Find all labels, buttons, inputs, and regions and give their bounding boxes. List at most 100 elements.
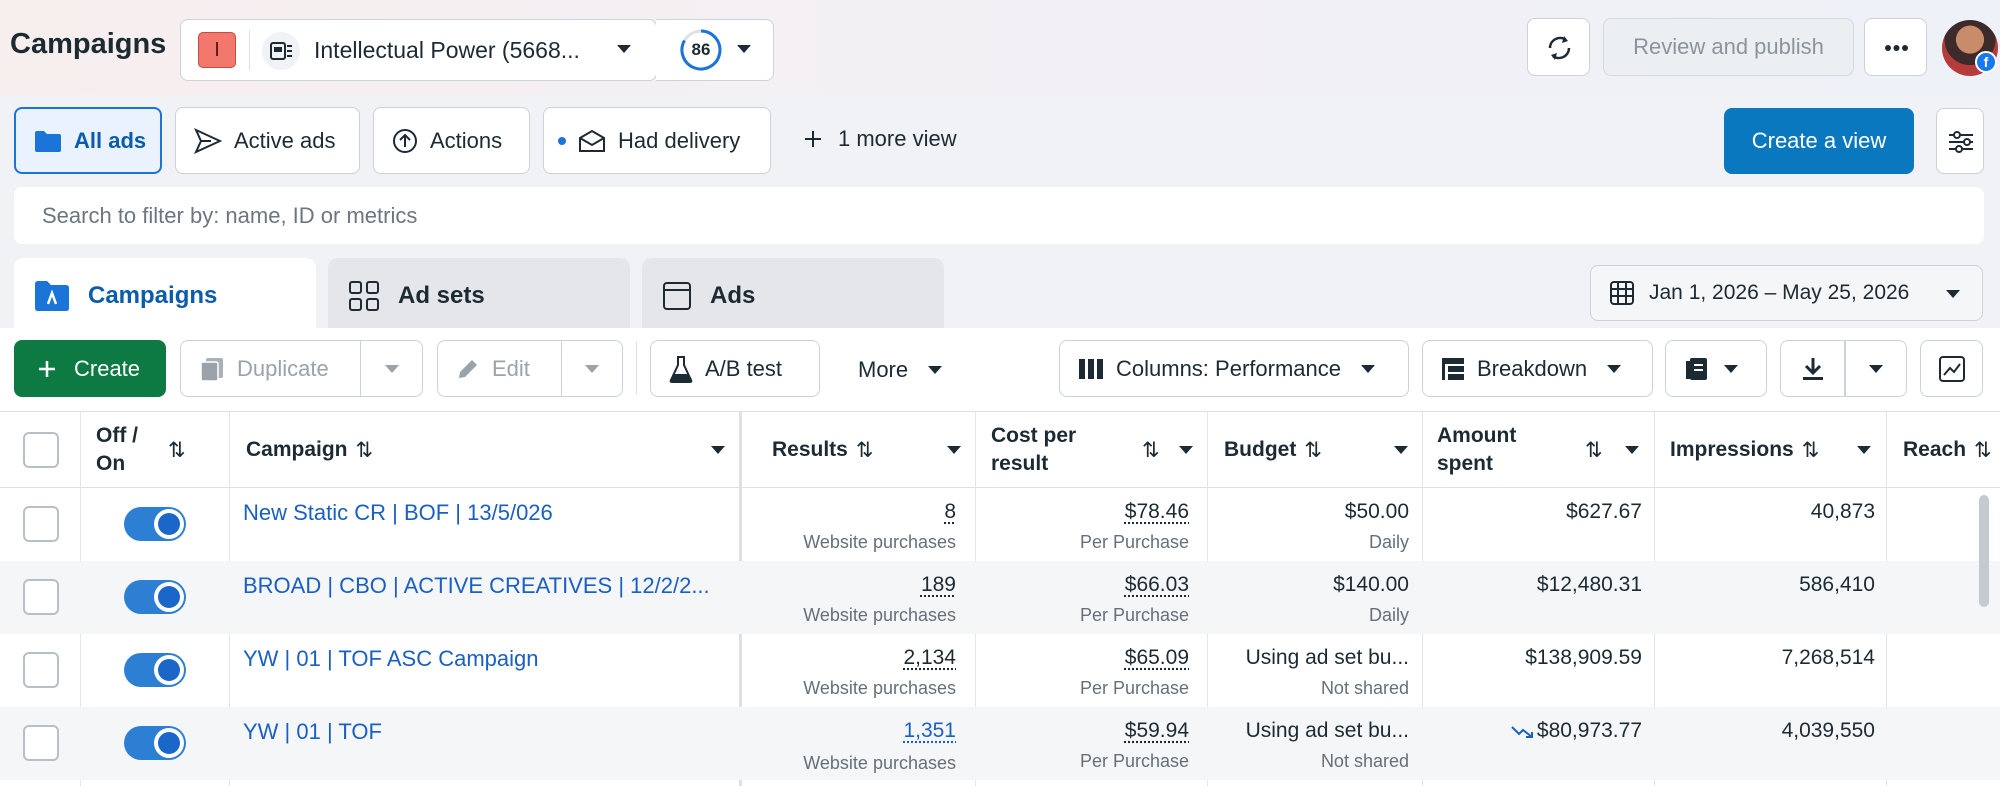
chevron-down-icon xyxy=(1394,446,1408,454)
plus-icon xyxy=(39,360,55,377)
header-reach[interactable]: Reach ⇅ xyxy=(1903,412,1992,488)
tab-campaigns[interactable]: Campaigns xyxy=(14,258,316,333)
chevron-down-icon xyxy=(1724,364,1738,373)
header-impressions[interactable]: Impressions ⇅ xyxy=(1670,412,1819,488)
chevron-down-icon xyxy=(1869,364,1883,373)
upload-circle-icon xyxy=(393,128,417,153)
breakdown-button[interactable]: Breakdown xyxy=(1422,340,1653,397)
refresh-button[interactable] xyxy=(1527,18,1590,76)
view-active-ads[interactable]: Active ads xyxy=(175,107,360,174)
impressions-value: 40,873 xyxy=(1810,500,1875,523)
header-results[interactable]: Results ⇅ xyxy=(772,412,873,488)
more-options-button[interactable] xyxy=(1864,18,1927,76)
chevron-down-icon xyxy=(1857,446,1871,454)
cost-per-result-type: Per Purchase xyxy=(1079,605,1189,625)
budget-value: $50.00 xyxy=(1344,500,1409,523)
create-view-button[interactable]: Create a view xyxy=(1724,108,1914,174)
send-icon xyxy=(194,127,222,154)
export-button[interactable] xyxy=(1780,340,1845,397)
sort-icon[interactable]: ⇅ xyxy=(160,412,186,488)
envelope-icon xyxy=(579,129,605,152)
table-row[interactable]: New Static CR | BOF | 13/5/026 8 Website… xyxy=(0,488,2000,561)
date-range-label: Jan 1, 2026 – May 25, 2026 xyxy=(1649,281,1910,304)
sort-icon: ⇅ xyxy=(1974,438,1992,462)
row-checkbox[interactable] xyxy=(23,579,59,615)
view-had-delivery[interactable]: Had delivery xyxy=(543,107,771,174)
row-checkbox[interactable] xyxy=(23,506,59,542)
budget-type: Not shared xyxy=(1320,751,1409,771)
trend-down-icon xyxy=(1511,726,1533,738)
table-row[interactable]: YW | 01 | TOF ASC Campaign 2,134 Website… xyxy=(0,634,2000,707)
date-range-picker[interactable]: Jan 1, 2026 – May 25, 2026 xyxy=(1590,265,1983,321)
campaign-name-link[interactable]: YW | 01 | TOF xyxy=(243,719,382,745)
row-checkbox[interactable] xyxy=(23,652,59,688)
campaign-toggle[interactable] xyxy=(124,507,186,541)
charts-button[interactable] xyxy=(1920,340,1983,397)
duplicate-button[interactable]: Duplicate xyxy=(180,340,361,397)
campaign-name-link[interactable]: YW | 01 | TOF ASC Campaign xyxy=(243,646,539,672)
cost-per-result-value[interactable]: $78.46 xyxy=(1125,500,1189,524)
row-checkbox[interactable] xyxy=(23,725,59,761)
campaign-toggle[interactable] xyxy=(124,580,186,614)
table-row[interactable]: YW | 01 | TOF 1,351 Website purchases $5… xyxy=(0,707,2000,780)
create-button[interactable]: Create xyxy=(14,340,166,397)
account-name: Intellectual Power (5668... xyxy=(314,37,580,63)
duplicate-dropdown[interactable] xyxy=(361,340,423,397)
budget-type: Daily xyxy=(1368,532,1409,552)
sort-icon: ⇅ xyxy=(855,438,874,462)
results-value[interactable]: 1,351 xyxy=(903,719,956,743)
table-row[interactable]: BROAD | CBO | ACTIVE CREATIVES | 12/2/2.… xyxy=(0,561,2000,634)
header-amount-spent[interactable]: Amount spent xyxy=(1437,412,1547,488)
campaign-name-link[interactable]: BROAD | CBO | ACTIVE CREATIVES | 12/2/2.… xyxy=(243,573,710,599)
view-settings-button[interactable] xyxy=(1936,108,1984,174)
budget-type: Not shared xyxy=(1320,678,1409,698)
sort-icon: ⇅ xyxy=(1304,438,1322,462)
search-input[interactable]: Search to filter by: name, ID or metrics xyxy=(14,187,1984,244)
campaign-toggle[interactable] xyxy=(124,726,186,760)
cost-per-result-value[interactable]: $59.94 xyxy=(1125,719,1189,743)
header-campaign[interactable]: Campaign ⇅ xyxy=(246,412,373,488)
refresh-icon xyxy=(1548,36,1571,60)
edit-dropdown[interactable] xyxy=(562,340,623,397)
chevron-down-icon[interactable] xyxy=(734,42,754,56)
header-budget[interactable]: Budget ⇅ xyxy=(1224,412,1322,488)
sort-icon[interactable]: ⇅ xyxy=(1577,412,1603,488)
budget-value: $140.00 xyxy=(1333,573,1409,596)
opportunity-score: 86 xyxy=(691,40,711,59)
chevron-down-icon xyxy=(1179,446,1193,454)
plus-icon xyxy=(805,131,821,147)
header-cost-per-result[interactable]: Cost per result xyxy=(991,412,1111,488)
cost-per-result-type: Per Purchase xyxy=(1079,751,1189,771)
more-actions-button[interactable]: More xyxy=(858,357,944,383)
chevron-down-icon xyxy=(711,446,725,454)
reports-button[interactable] xyxy=(1665,340,1767,397)
reports-icon xyxy=(1686,357,1707,380)
vertical-scrollbar[interactable] xyxy=(1979,495,1989,607)
results-value[interactable]: 8 xyxy=(944,500,956,524)
cost-per-result-value[interactable]: $66.03 xyxy=(1125,573,1189,597)
view-actions[interactable]: Actions xyxy=(373,107,530,174)
columns-button[interactable]: Columns: Performance xyxy=(1059,340,1409,397)
view-all-ads[interactable]: All ads xyxy=(14,107,162,174)
chevron-down-icon[interactable] xyxy=(614,42,634,56)
budget-type: Daily xyxy=(1368,605,1409,625)
results-value[interactable]: 189 xyxy=(921,573,956,597)
cost-per-result-value[interactable]: $65.09 xyxy=(1125,646,1189,670)
cost-per-result-type: Per Purchase xyxy=(1079,678,1189,698)
tab-ads[interactable]: Ads xyxy=(642,258,944,333)
export-dropdown[interactable] xyxy=(1845,340,1907,397)
campaign-name-link[interactable]: New Static CR | BOF | 13/5/026 xyxy=(243,500,553,526)
sort-icon[interactable]: ⇅ xyxy=(1134,412,1160,488)
ad-sets-grid-icon xyxy=(349,280,379,311)
ab-test-button[interactable]: A/B test xyxy=(650,340,820,397)
ad-account-icon xyxy=(262,32,300,70)
select-all-checkbox[interactable] xyxy=(23,432,59,468)
budget-value: Using ad set bu... xyxy=(1245,719,1409,742)
results-type: Website purchases xyxy=(803,678,956,698)
tab-ad-sets[interactable]: Ad sets xyxy=(328,258,630,333)
edit-button[interactable]: Edit xyxy=(437,340,562,397)
review-and-publish-button[interactable]: Review and publish xyxy=(1603,18,1854,76)
results-value[interactable]: 2,134 xyxy=(903,646,956,670)
campaign-toggle[interactable] xyxy=(124,653,186,687)
more-views-button[interactable]: 1 more view xyxy=(802,126,957,152)
